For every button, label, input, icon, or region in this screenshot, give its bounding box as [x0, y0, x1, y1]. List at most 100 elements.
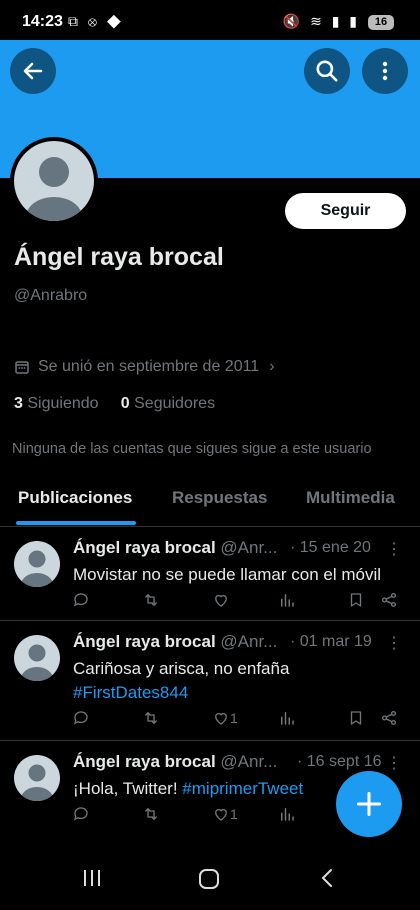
retweet-button[interactable] [142, 591, 160, 609]
active-tab-indicator [16, 521, 136, 525]
following-label: Siguiendo [27, 395, 99, 412]
back-button[interactable] [10, 48, 56, 94]
status-bar: 14:23 ⧉ ⊗ ◆ 🔇 ≋ ▮ ▮ 16 [0, 0, 420, 40]
retweet-button[interactable] [142, 709, 160, 727]
default-avatar-icon [21, 764, 53, 801]
tweet-avatar[interactable] [14, 635, 60, 681]
views-icon [281, 594, 294, 607]
views-icon [281, 808, 294, 821]
tweet-body: Cariñosa y arisca, no enfaña [73, 659, 290, 678]
views-button[interactable] [278, 805, 296, 823]
more-options-button[interactable] [362, 48, 408, 94]
battery-indicator: 16 [368, 15, 394, 30]
tweet-body: Movistar no se puede llamar con el móvil [73, 565, 382, 584]
system-navigation-bar [0, 842, 420, 910]
home-icon [199, 869, 219, 889]
like-button[interactable]: 1 [212, 805, 238, 823]
tweet-date: · 01 mar 19 [290, 633, 372, 650]
bookmark-button[interactable] [347, 709, 365, 727]
tweet-hashtag[interactable]: #FirstDates844 [73, 683, 188, 702]
share-button[interactable] [380, 591, 398, 609]
chevron-right-icon: › [269, 358, 275, 375]
share-icon [381, 710, 397, 726]
back-nav-button[interactable] [318, 868, 338, 893]
like-count: 1 [230, 806, 238, 822]
bookmark-icon [350, 593, 362, 607]
status-notification-icons: ⧉ ⊗ ◆ [68, 13, 124, 29]
like-button[interactable] [212, 591, 230, 609]
like-icon [215, 712, 227, 725]
bookmark-button[interactable] [347, 591, 365, 609]
search-icon [316, 60, 338, 82]
joined-date[interactable]: Se unió en septiembre de 2011 › [14, 358, 275, 376]
views-icon [281, 712, 294, 725]
following-count: 3 [14, 395, 23, 412]
recent-apps-icon [84, 870, 100, 886]
like-icon [215, 808, 227, 821]
reply-button[interactable] [72, 709, 90, 727]
views-button[interactable] [278, 709, 296, 727]
tab-respuestas[interactable]: Respuestas [172, 488, 267, 508]
tweet-text: Cariñosa y arisca, no enfaña #FirstDates8… [73, 657, 408, 705]
followers-label: Seguidores [134, 395, 216, 412]
tweet-author-handle: @Anr... [220, 752, 278, 771]
reply-button[interactable] [72, 591, 90, 609]
tweet-author-name: Ángel raya brocal [73, 538, 216, 557]
tweet-actions [72, 591, 402, 615]
followers-count: 0 [120, 395, 130, 412]
tweet-author-handle: @Anr... [220, 632, 278, 651]
calendar-icon [15, 361, 29, 374]
profile-avatar[interactable] [10, 137, 98, 225]
reply-icon [73, 807, 88, 821]
share-button[interactable] [380, 709, 398, 727]
tweet-more-icon[interactable]: ⋮ [386, 633, 402, 653]
back-arrow-icon [23, 62, 43, 80]
follow-stats: 3 Siguiendo 0 Seguidores [14, 395, 215, 413]
profile-handle: @Anrabro [14, 287, 88, 304]
default-avatar-icon [21, 644, 53, 681]
tweet-date: · 15 ene 20 [290, 539, 371, 556]
status-time: 14:23 [22, 13, 63, 30]
status-signal-icons: 🔇 ≋ ▮ ▮ [282, 13, 360, 29]
tweet-item[interactable]: Ángel raya brocal @Anr... · 15 ene 20 ⋮ … [0, 527, 420, 621]
tweet-author-handle: @Anr... [220, 538, 278, 557]
followers-link[interactable]: 0 Seguidores [121, 395, 215, 412]
tweet-text: Movistar no se puede llamar con el móvil [73, 563, 408, 587]
joined-text: Se unió en septiembre de 2011 [38, 358, 260, 375]
tweet-item[interactable]: Ángel raya brocal @Anr... · 01 mar 19 ⋮ … [0, 621, 420, 741]
default-avatar-icon [26, 157, 82, 221]
reply-button[interactable] [72, 805, 90, 823]
tab-multimedia[interactable]: Multimedia [306, 488, 395, 508]
plus-icon [356, 791, 382, 817]
more-vertical-icon [382, 61, 388, 81]
like-count: 1 [230, 710, 238, 726]
retweet-icon [145, 594, 157, 606]
tweet-author-name: Ángel raya brocal [73, 752, 216, 771]
like-icon [215, 594, 227, 607]
following-link[interactable]: 3 Siguiendo [14, 395, 99, 412]
retweet-icon [145, 808, 157, 820]
profile-tabs: Publicaciones Respuestas Multimedia [0, 470, 420, 527]
tweet-avatar[interactable] [14, 755, 60, 801]
home-button[interactable] [198, 868, 220, 895]
default-avatar-icon [21, 550, 53, 587]
tweet-avatar[interactable] [14, 541, 60, 587]
tweet-more-icon[interactable]: ⋮ [386, 539, 402, 559]
follow-button[interactable]: Seguir [285, 193, 406, 229]
share-icon [381, 592, 397, 608]
retweet-icon [145, 712, 157, 724]
tweet-author-name: Ángel raya brocal [73, 632, 216, 651]
tweet-body: ¡Hola, Twitter! [73, 779, 178, 798]
reply-icon [73, 593, 88, 607]
tweet-more-icon[interactable]: ⋮ [386, 753, 402, 773]
mutual-follow-note: Ninguna de las cuentas que sigues sigue … [12, 441, 372, 457]
tweet-hashtag[interactable]: #miprimerTweet [182, 779, 303, 798]
search-button[interactable] [304, 48, 350, 94]
like-button[interactable]: 1 [212, 709, 238, 727]
compose-button[interactable] [336, 771, 402, 837]
tab-publicaciones[interactable]: Publicaciones [18, 488, 132, 508]
retweet-button[interactable] [142, 805, 160, 823]
recent-apps-button[interactable] [82, 868, 102, 893]
reply-icon [73, 711, 88, 725]
views-button[interactable] [278, 591, 296, 609]
